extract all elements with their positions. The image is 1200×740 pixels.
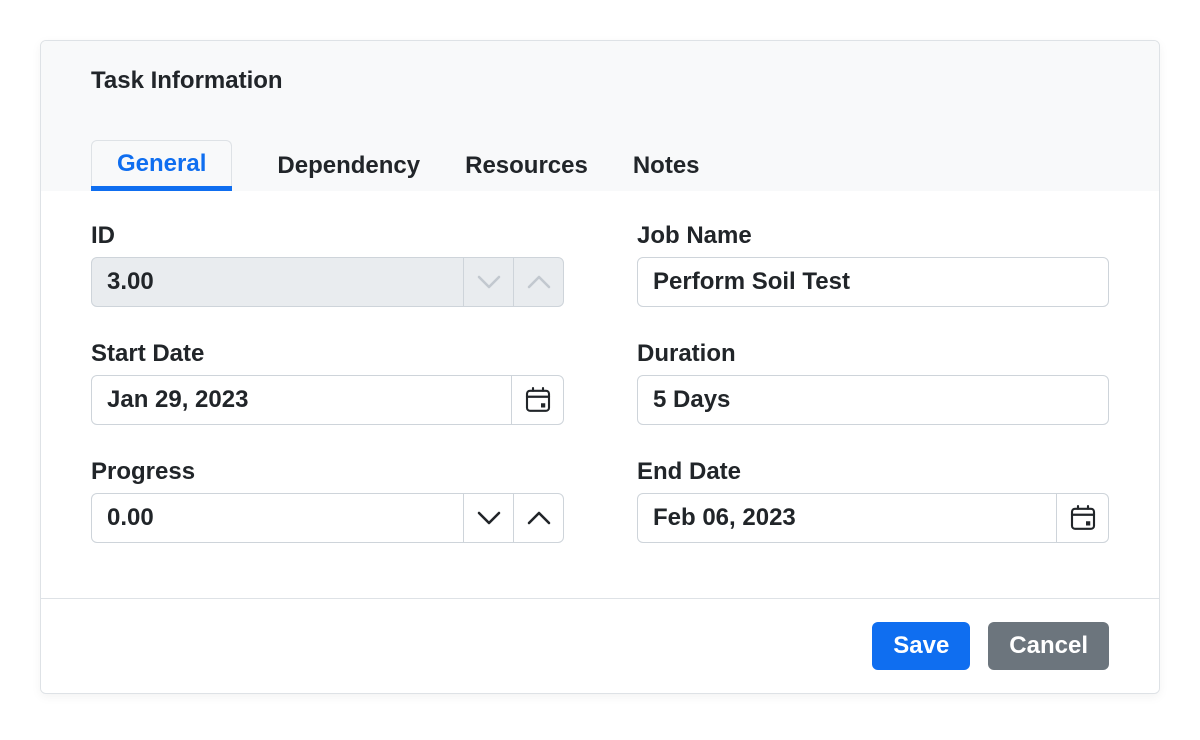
end-date-label: End Date bbox=[637, 457, 1109, 487]
tab-general[interactable]: General bbox=[91, 140, 232, 191]
field-progress: Progress bbox=[91, 457, 564, 543]
calendar-icon bbox=[523, 385, 553, 415]
tab-dependency[interactable]: Dependency bbox=[277, 140, 420, 191]
duration-control bbox=[637, 375, 1109, 425]
field-id: ID bbox=[91, 221, 564, 307]
field-job-name: Job Name bbox=[637, 221, 1109, 307]
end-date-input[interactable] bbox=[638, 494, 1056, 542]
duration-label: Duration bbox=[637, 339, 1109, 369]
id-input bbox=[92, 258, 463, 306]
tab-general-label: General bbox=[117, 150, 206, 178]
progress-label: Progress bbox=[91, 457, 564, 487]
duration-input[interactable] bbox=[638, 376, 1108, 424]
id-increment-button bbox=[513, 258, 563, 306]
job-name-input[interactable] bbox=[638, 258, 1108, 306]
end-date-control bbox=[637, 493, 1109, 543]
save-button[interactable]: Save bbox=[872, 622, 970, 670]
id-spinner bbox=[91, 257, 564, 307]
dialog-body: ID Job Name Start Date bbox=[41, 191, 1159, 598]
id-decrement-button bbox=[463, 258, 513, 306]
tab-bar: General Dependency Resources Notes bbox=[91, 140, 700, 191]
calendar-icon bbox=[1068, 503, 1098, 533]
id-label: ID bbox=[91, 221, 564, 251]
end-date-calendar-button[interactable] bbox=[1056, 494, 1108, 542]
start-date-label: Start Date bbox=[91, 339, 564, 369]
job-name-label: Job Name bbox=[637, 221, 1109, 251]
chevron-up-icon bbox=[527, 511, 551, 525]
field-end-date: End Date bbox=[637, 457, 1109, 543]
progress-spinner bbox=[91, 493, 564, 543]
tab-notes[interactable]: Notes bbox=[633, 140, 700, 191]
dialog-title: Task Information bbox=[91, 41, 1109, 95]
start-date-input[interactable] bbox=[92, 376, 511, 424]
field-start-date: Start Date bbox=[91, 339, 564, 425]
chevron-down-icon bbox=[477, 511, 501, 525]
tab-resources[interactable]: Resources bbox=[465, 140, 588, 191]
tab-resources-label: Resources bbox=[465, 152, 588, 180]
chevron-down-icon bbox=[477, 275, 501, 289]
progress-input[interactable] bbox=[92, 494, 463, 542]
cancel-button[interactable]: Cancel bbox=[988, 622, 1109, 670]
start-date-calendar-button[interactable] bbox=[511, 376, 563, 424]
job-name-control bbox=[637, 257, 1109, 307]
task-information-dialog: Task Information General Dependency Reso… bbox=[40, 40, 1160, 694]
tab-dependency-label: Dependency bbox=[277, 152, 420, 180]
progress-increment-button[interactable] bbox=[513, 494, 563, 542]
field-duration: Duration bbox=[637, 339, 1109, 425]
progress-decrement-button[interactable] bbox=[463, 494, 513, 542]
chevron-up-icon bbox=[527, 275, 551, 289]
dialog-footer: Save Cancel bbox=[41, 598, 1159, 693]
dialog-header: Task Information General Dependency Reso… bbox=[41, 41, 1159, 191]
start-date-control bbox=[91, 375, 564, 425]
tab-notes-label: Notes bbox=[633, 152, 700, 180]
